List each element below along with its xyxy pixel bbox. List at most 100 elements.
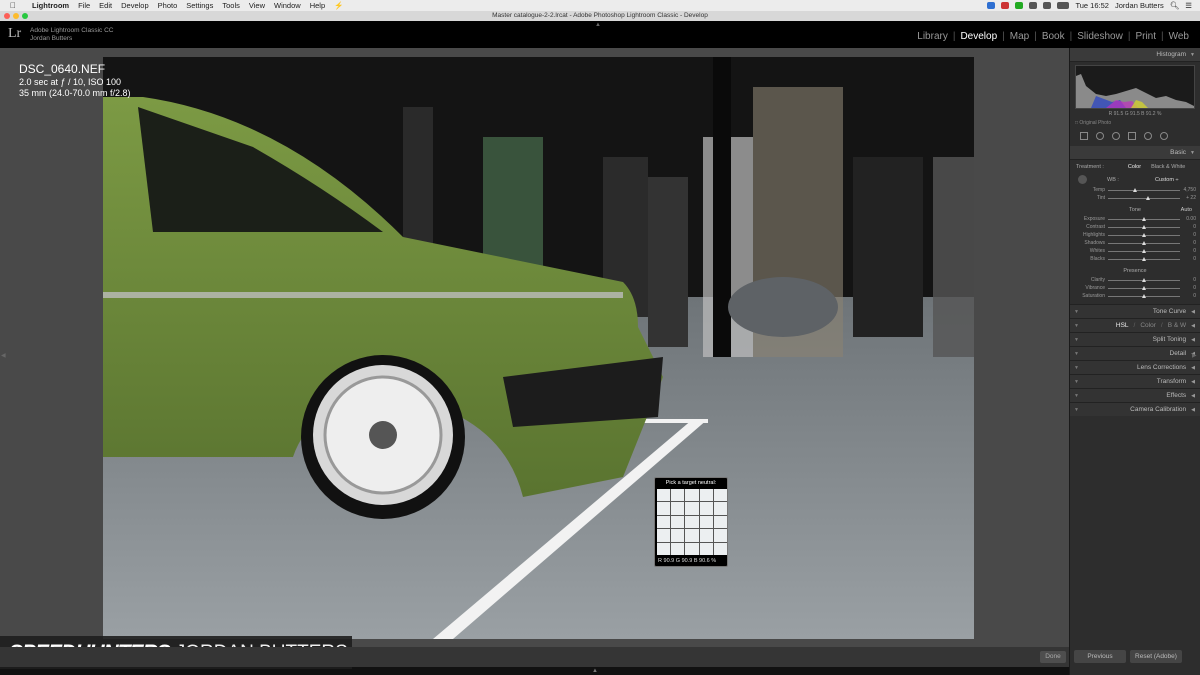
tone-slider-blacks[interactable]: Blacks 0 [1070, 255, 1200, 263]
menu-develop[interactable]: Develop [121, 1, 149, 10]
original-photo-checkbox[interactable]: □ Original Photo [1075, 120, 1200, 126]
spot-removal-icon[interactable] [1096, 132, 1104, 140]
status-app-icon-2[interactable] [1015, 2, 1024, 9]
slider-value[interactable]: + 22 [1180, 195, 1196, 201]
slider-value[interactable]: 0 [1180, 256, 1196, 262]
slider-value[interactable]: 0 [1180, 277, 1196, 283]
slider-thumb[interactable] [1142, 216, 1146, 221]
adjustment-brush-icon[interactable] [1160, 132, 1168, 140]
slider-value[interactable]: 0 [1180, 232, 1196, 238]
wifi-icon[interactable] [1029, 2, 1038, 9]
left-panel-toggle-icon[interactable]: ◀ [1, 352, 6, 359]
section-hsl[interactable]: ▼ HSL / Color / B & W ◀ [1070, 318, 1200, 332]
identity-plate[interactable]: Adobe Lightroom Classic CC Jordan Butter… [30, 27, 113, 43]
slider-thumb[interactable] [1142, 285, 1146, 290]
right-panel-toggle-icon[interactable]: ▶ [1192, 352, 1197, 359]
auto-tone-button[interactable]: Auto [1181, 206, 1192, 215]
wb-eyedropper-icon[interactable] [1078, 175, 1087, 184]
section-tone-curve[interactable]: ▼ Tone Curve ◀ [1070, 304, 1200, 318]
collapse-icon[interactable]: ▼ [1190, 150, 1195, 156]
photo-preview[interactable] [103, 57, 974, 639]
section-transform[interactable]: ▼ Transform ◀ [1070, 374, 1200, 388]
image-canvas[interactable]: DSC_0640.NEF 2.0 sec at ƒ / 10, ISO 100 … [0, 48, 1069, 647]
menu-tools[interactable]: Tools [222, 1, 240, 10]
wb-slider-temp[interactable]: Temp 4,750 [1070, 186, 1200, 194]
slider-value[interactable]: 0 [1180, 240, 1196, 246]
slider-track[interactable] [1108, 240, 1180, 245]
slider-track[interactable] [1108, 256, 1180, 261]
slider-thumb[interactable] [1142, 240, 1146, 245]
radial-filter-icon[interactable] [1144, 132, 1152, 140]
menu-view[interactable]: View [249, 1, 265, 10]
module-library[interactable]: Library [912, 31, 953, 42]
apple-menu-icon[interactable]:  [10, 1, 18, 10]
slider-thumb[interactable] [1142, 277, 1146, 282]
section-detail[interactable]: ▼ Detail ◀ [1070, 346, 1200, 360]
slider-thumb[interactable] [1142, 256, 1146, 261]
basic-header[interactable]: Basic ▼ [1070, 146, 1200, 160]
module-print[interactable]: Print [1130, 31, 1161, 42]
tone-slider-contrast[interactable]: Contrast 0 [1070, 223, 1200, 231]
presence-slider-vibrance[interactable]: Vibrance 0 [1070, 284, 1200, 292]
slider-value[interactable]: 0 [1180, 224, 1196, 230]
top-panel-toggle-icon[interactable]: ▲ [595, 22, 601, 28]
filmstrip-toggle-icon[interactable]: ▲ [592, 668, 598, 674]
crop-tool-icon[interactable] [1080, 132, 1088, 140]
zoom-window-button[interactable] [22, 13, 28, 19]
slider-thumb[interactable] [1142, 232, 1146, 237]
slider-value[interactable]: 0 [1180, 293, 1196, 299]
collapse-icon[interactable]: ▼ [1190, 52, 1195, 58]
section-camera-calibration[interactable]: ▼ Camera Calibration ◀ [1070, 402, 1200, 416]
section-split-toning[interactable]: ▼ Split Toning ◀ [1070, 332, 1200, 346]
menu-edit[interactable]: Edit [99, 1, 112, 10]
script-icon[interactable]: ⚡ [334, 1, 343, 10]
menu-settings[interactable]: Settings [186, 1, 213, 10]
reset-button[interactable]: Reset (Adobe) [1130, 650, 1182, 663]
slider-track[interactable] [1108, 195, 1180, 200]
tone-slider-shadows[interactable]: Shadows 0 [1070, 239, 1200, 247]
menu-help[interactable]: Help [310, 1, 325, 10]
minimize-window-button[interactable] [13, 13, 19, 19]
slider-track[interactable] [1108, 216, 1180, 221]
slider-thumb[interactable] [1133, 187, 1138, 192]
section-lens-corrections[interactable]: ▼ Lens Corrections ◀ [1070, 360, 1200, 374]
section-effects[interactable]: ▼ Effects ◀ [1070, 388, 1200, 402]
tone-slider-highlights[interactable]: Highlights 0 [1070, 231, 1200, 239]
color-tab[interactable]: Color [1140, 322, 1156, 329]
slider-thumb[interactable] [1145, 195, 1150, 200]
wb-select[interactable]: Custom ÷ [1155, 174, 1179, 186]
slider-track[interactable] [1108, 285, 1180, 290]
menubar-user[interactable]: Jordan Butters [1115, 1, 1164, 10]
battery-icon[interactable] [1057, 2, 1070, 9]
menubar-clock[interactable]: Tue 16:52 [1075, 1, 1109, 10]
hsl-tab[interactable]: HSL [1116, 322, 1129, 329]
menu-photo[interactable]: Photo [158, 1, 178, 10]
slider-track[interactable] [1108, 277, 1180, 282]
slider-thumb[interactable] [1142, 293, 1146, 298]
slider-track[interactable] [1108, 293, 1180, 298]
module-book[interactable]: Book [1037, 31, 1070, 42]
slider-track[interactable] [1108, 224, 1180, 229]
dropbox-icon[interactable] [987, 2, 996, 9]
slider-thumb[interactable] [1142, 248, 1146, 253]
slider-value[interactable]: 0 [1180, 248, 1196, 254]
slider-value[interactable]: 0.00 [1180, 216, 1196, 222]
histogram[interactable] [1075, 65, 1195, 109]
module-map[interactable]: Map [1005, 31, 1034, 42]
done-button[interactable]: Done [1040, 651, 1066, 663]
slider-track[interactable] [1108, 187, 1180, 192]
graduated-filter-icon[interactable] [1128, 132, 1136, 140]
slider-value[interactable]: 0 [1180, 285, 1196, 291]
red-eye-icon[interactable] [1112, 132, 1120, 140]
slider-thumb[interactable] [1142, 224, 1146, 229]
module-develop[interactable]: Develop [955, 31, 1002, 42]
previous-button[interactable]: Previous [1074, 650, 1126, 663]
presence-slider-saturation[interactable]: Saturation 0 [1070, 292, 1200, 300]
slider-value[interactable]: 4,750 [1180, 187, 1196, 193]
bw-tab[interactable]: B & W [1168, 322, 1186, 329]
treatment-bw[interactable]: Black & White [1151, 164, 1185, 170]
histogram-header[interactable]: Histogram ▼ [1070, 48, 1200, 62]
menu-window[interactable]: Window [274, 1, 301, 10]
notification-center-icon[interactable]: ☰ [1185, 1, 1192, 10]
module-slideshow[interactable]: Slideshow [1072, 31, 1128, 42]
